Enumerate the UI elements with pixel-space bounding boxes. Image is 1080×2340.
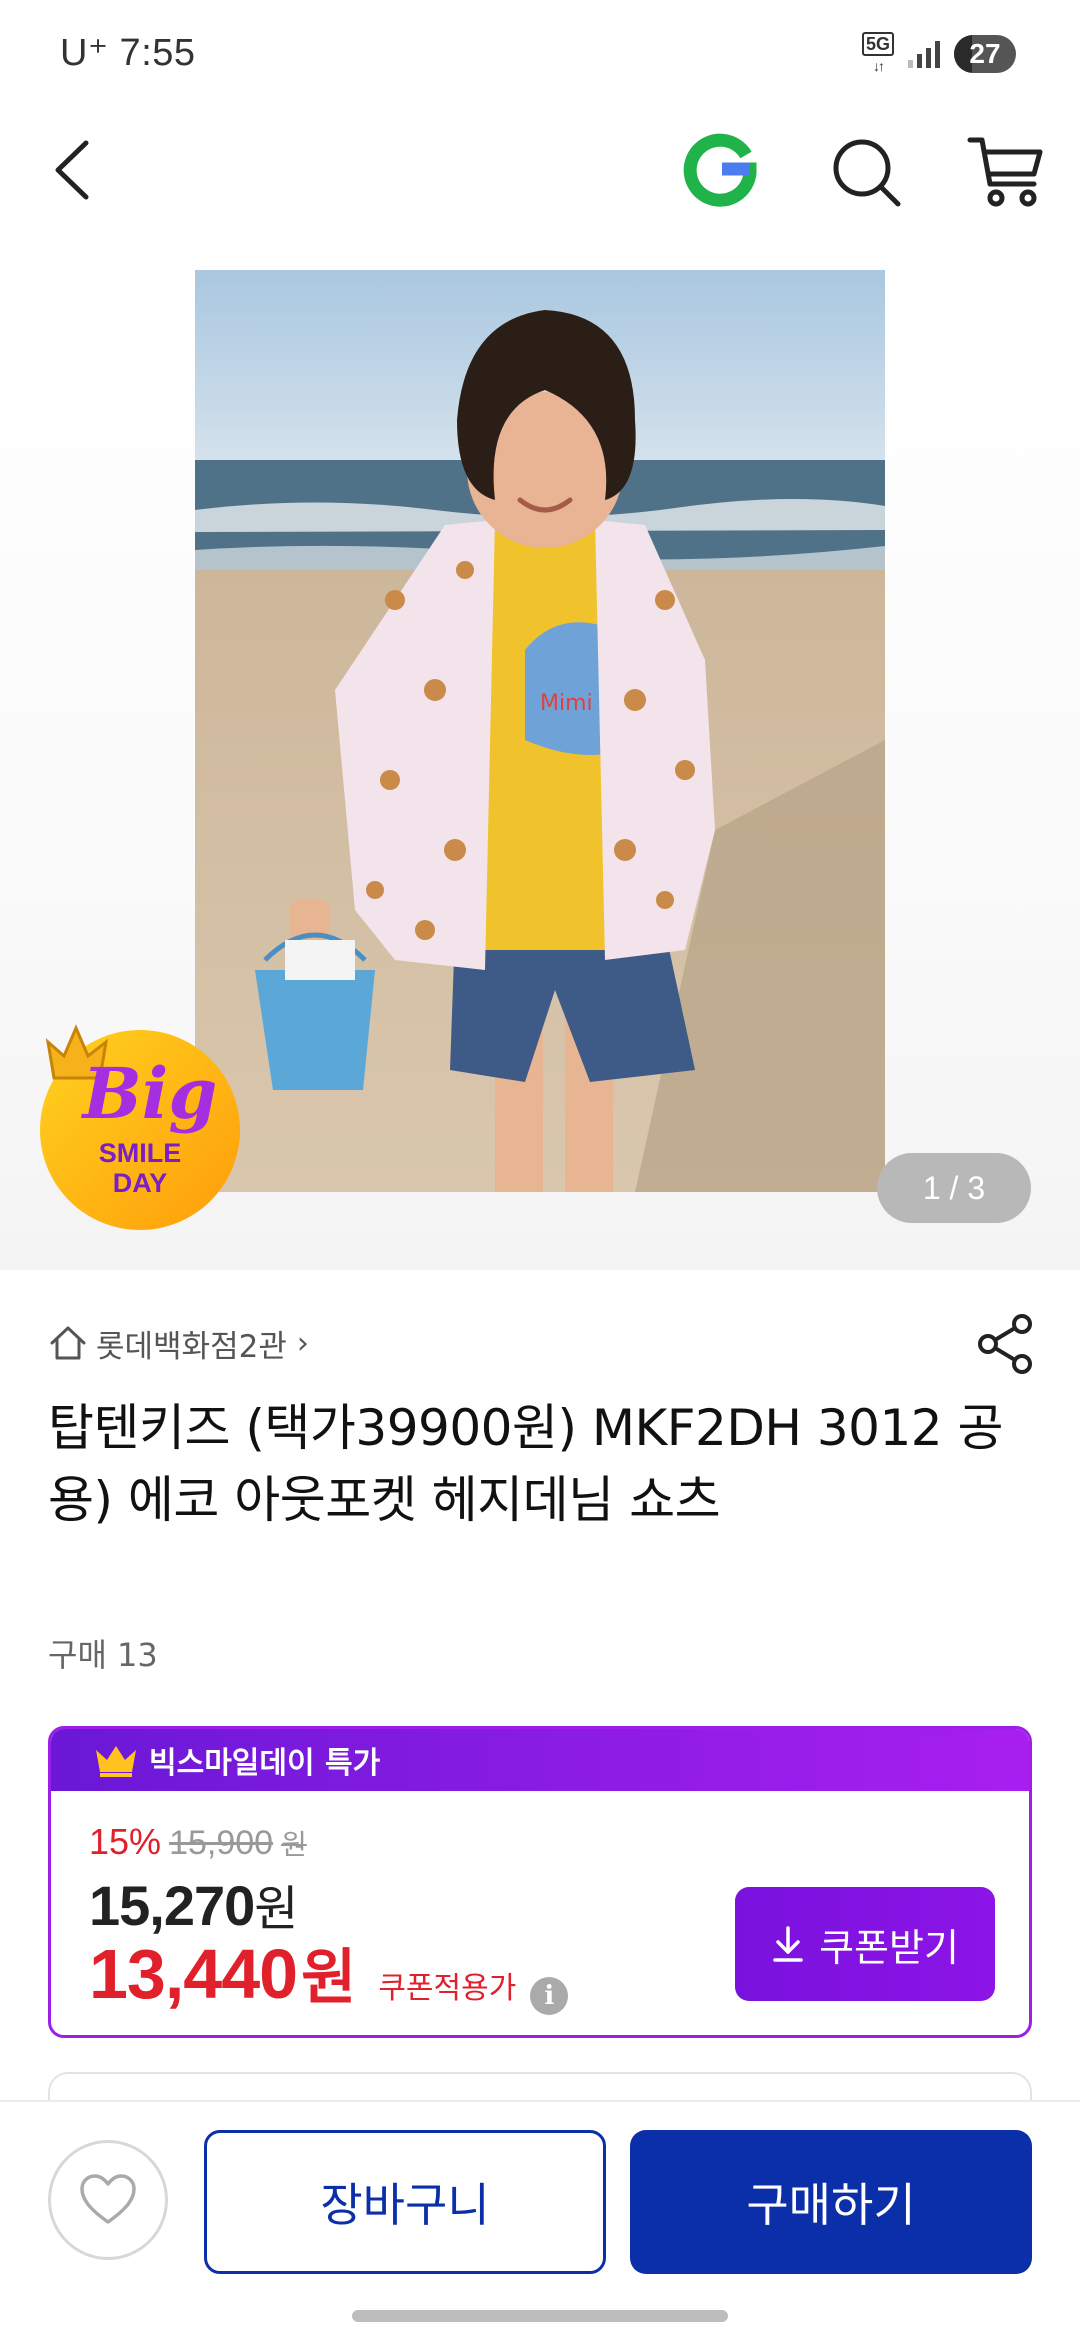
badge-line1: Big (81, 1052, 218, 1135)
buy-now-button[interactable]: 구매하기 (630, 2130, 1032, 2274)
promo-label: 빅스마일데이 특가 (149, 1746, 381, 1781)
coupon-price-unit: 원 (301, 1943, 357, 2013)
gmarket-g-logo-icon (683, 133, 757, 207)
info-icon[interactable]: i (530, 1977, 569, 2015)
back-button[interactable] (40, 125, 110, 215)
coupon-price-row: 13,440 원 쿠폰적용가 i (89, 1929, 569, 2016)
big-smile-day-badge[interactable]: Big SMILE DAY (30, 1000, 260, 1230)
signal-strength-icon (908, 40, 940, 68)
big-smile-day-badge-icon: Big SMILE DAY (40, 1024, 240, 1230)
network-label: 5G (861, 32, 894, 56)
crown-icon (96, 1746, 136, 1777)
home-indicator[interactable] (352, 2310, 728, 2322)
image-page-indicator: 1 / 3 (877, 1153, 1031, 1223)
bottom-action-bar: 장바구니 구매하기 (0, 2100, 1080, 2340)
product-title: 탑텐키즈 (택가39900원) MKF2DH 3012 공용) 에코 아웃포켓 … (48, 1399, 1004, 1529)
get-coupon-label: 쿠폰받기 (819, 1925, 959, 1970)
purchase-count: 구매 13 (48, 1636, 158, 1674)
battery-level: 27 (969, 38, 1001, 69)
status-icons: 5G ↓↑ 27 (861, 32, 1016, 76)
home-icon (50, 1326, 86, 1360)
gmarket-logo-button[interactable] (680, 125, 760, 215)
top-nav (0, 110, 1080, 270)
original-price: 15,900 (169, 1824, 274, 1862)
badge-line3: DAY (113, 1168, 168, 1198)
share-icon (978, 1314, 1032, 1374)
store-name: 롯데백화점2관 (96, 1328, 287, 1365)
cart-button[interactable] (966, 122, 1046, 212)
get-coupon-button[interactable]: 쿠폰받기 (735, 1887, 995, 2001)
discount-rate: 15% (89, 1821, 162, 1862)
badge-line2: SMILE (99, 1138, 182, 1168)
heart-icon (80, 2174, 136, 2224)
share-button[interactable] (976, 1312, 1036, 1376)
add-to-cart-button[interactable]: 장바구니 (204, 2130, 606, 2274)
search-button[interactable] (826, 125, 906, 215)
wishlist-button[interactable] (48, 2140, 168, 2260)
promo-price-card: 빅스마일데이 특가 15% 15,900 원 15,270 원 13,440 원… (48, 1726, 1032, 2038)
product-photo-image: Mimi Chi (195, 270, 885, 1192)
store-link[interactable]: 롯데백화점2관 › (48, 1318, 309, 1368)
coupon-applied-label: 쿠폰적용가 (378, 1971, 517, 2006)
coupon-price: 13,440 (89, 1935, 298, 2013)
status-bar: U⁺ 7:55 5G ↓↑ 27 (0, 0, 1080, 110)
carrier-time: U⁺ 7:55 (60, 32, 196, 74)
search-icon (833, 139, 901, 207)
cart-icon (967, 137, 1043, 207)
data-arrows-icon: ↓↑ (872, 58, 885, 74)
back-arrow-icon (55, 140, 89, 200)
promo-header: 빅스마일데이 특가 (51, 1729, 1029, 1791)
download-icon (773, 1926, 803, 1962)
battery-icon: 27 (954, 35, 1016, 73)
product-photo[interactable]: Mimi Chi (195, 270, 885, 1192)
network-5g-icon: 5G ↓↑ (861, 32, 894, 76)
product-image-gallery[interactable]: Mimi Chi 1 / 3 Big SMILE DAY (0, 270, 1080, 1270)
discount-row: 15% 15,900 원 (89, 1821, 307, 1863)
original-price-unit: 원 (281, 1828, 307, 1861)
chevron-right-icon: › (296, 1325, 309, 1361)
